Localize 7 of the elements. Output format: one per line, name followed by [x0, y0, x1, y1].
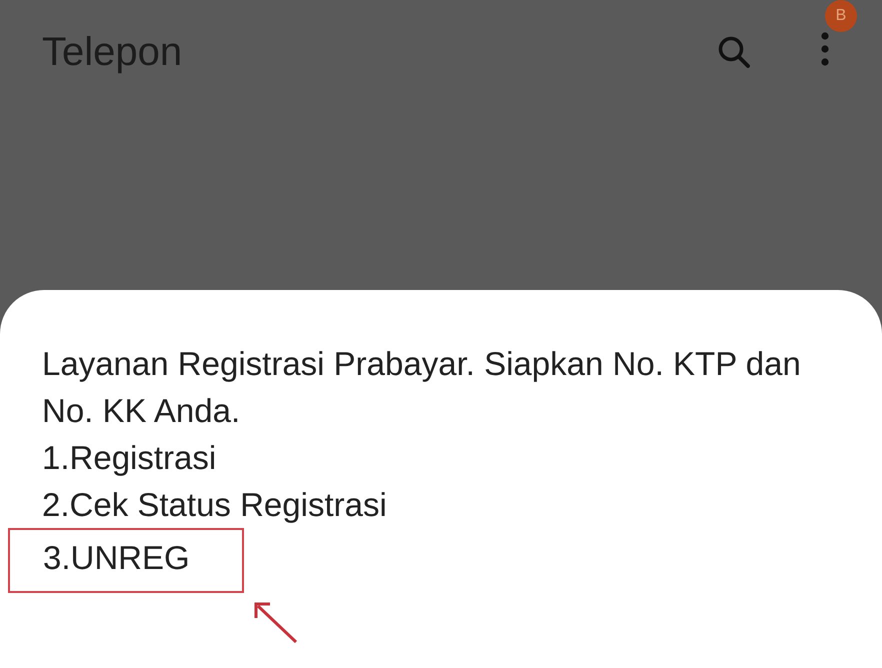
search-icon[interactable]	[716, 34, 752, 70]
highlighted-option: 3.UNREG	[8, 528, 244, 593]
message-text: Layanan Registrasi Prabayar. Siapkan No. KTP dan No. KK Anda.	[42, 344, 802, 431]
option-text: 2.Cek Status Registrasi	[42, 485, 387, 525]
app-title: Telepon	[42, 30, 184, 74]
notification-badge: B	[825, 0, 857, 32]
option-text: 1.Registrasi	[42, 438, 216, 478]
